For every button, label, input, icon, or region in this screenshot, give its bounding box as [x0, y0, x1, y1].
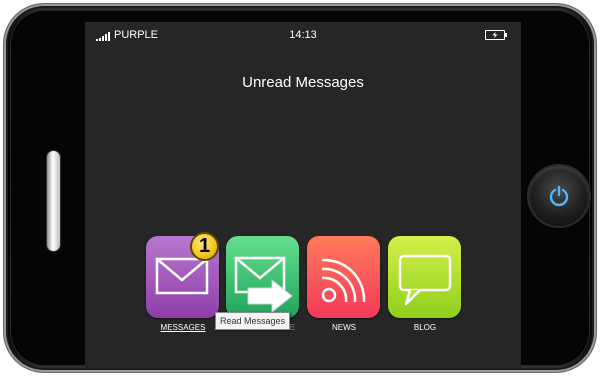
app-news[interactable] — [307, 236, 380, 318]
speaker-grille — [47, 151, 60, 251]
power-icon — [549, 185, 569, 207]
app-label-messages[interactable]: MESSAGES — [143, 323, 223, 332]
app-label-news[interactable]: NEWS — [304, 323, 384, 332]
tooltip: Read Messages — [215, 312, 291, 330]
phone-screen: PURPLE 14:13 Unread Messages MESSAGES 1 … — [85, 22, 521, 368]
status-bar: PURPLE 14:13 — [85, 22, 521, 48]
envelope-send-icon — [234, 256, 293, 314]
unread-count-badge: 1 — [190, 232, 219, 261]
app-label-blog[interactable]: BLOG — [385, 323, 465, 332]
rss-icon — [321, 258, 366, 303]
screen-title: Unread Messages — [242, 74, 364, 91]
power-button[interactable] — [529, 166, 589, 226]
app-send-message[interactable] — [226, 236, 299, 318]
battery-charging-icon — [485, 30, 507, 40]
status-time: 14:13 — [289, 29, 317, 41]
speech-bubble-icon — [398, 254, 452, 306]
app-blog[interactable] — [388, 236, 461, 318]
